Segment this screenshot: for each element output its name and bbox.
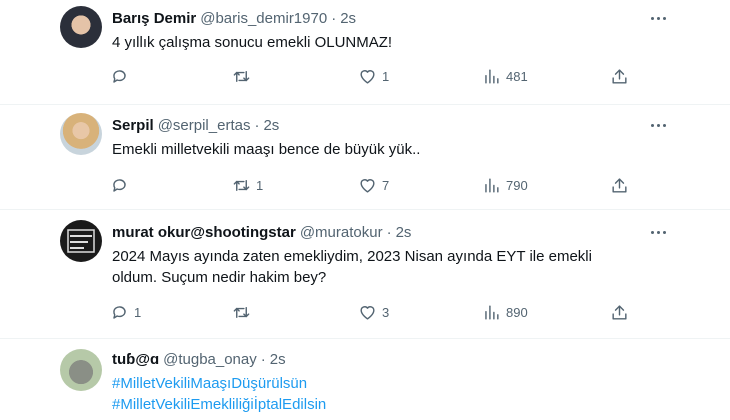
avatar[interactable] <box>60 220 102 262</box>
view-count: 790 <box>506 177 528 193</box>
retweet-icon <box>233 179 250 191</box>
views-button[interactable]: 890 <box>482 300 528 324</box>
like-count: 3 <box>382 304 390 320</box>
reply-count: 1 <box>134 304 142 320</box>
separator-dot: · <box>331 9 337 27</box>
views-button[interactable]: 790 <box>482 173 528 197</box>
share-button[interactable] <box>610 173 629 197</box>
separator-dot: · <box>254 116 260 134</box>
retweet-count: 1 <box>256 177 264 193</box>
author-name[interactable]: Serpil <box>112 117 154 134</box>
timestamp[interactable]: 2s <box>396 224 412 241</box>
like-button[interactable]: 3 <box>358 300 389 324</box>
tweet-feed: Barış Demir @baris_demir1970 · 2s 4 yıll… <box>0 0 730 420</box>
hashtag-link[interactable]: #MilletVekiliMaaşıDüşürülsün <box>112 373 670 394</box>
like-icon <box>360 69 375 84</box>
share-icon <box>612 68 627 84</box>
avatar[interactable] <box>60 6 102 48</box>
share-icon <box>612 177 627 193</box>
reply-button[interactable]: 1 <box>110 300 141 324</box>
separator-dot: · <box>386 223 392 241</box>
tweet[interactable]: murat okur@shootingstar @muratokur · 2s … <box>0 210 730 339</box>
author-name[interactable]: Barış Demir <box>112 10 196 27</box>
avatar[interactable] <box>60 113 102 155</box>
tweet-text-line: oldum. Suçum nedir hakim bey? <box>112 269 327 286</box>
view-count: 481 <box>506 68 528 84</box>
avatar-image <box>67 229 95 253</box>
reply-icon <box>113 178 126 192</box>
tweet[interactable]: tuɓ@ɑ @tugba_onay · 2s #MilletVekiliMaaş… <box>0 339 730 420</box>
retweet-button[interactable] <box>232 300 256 324</box>
author-handle[interactable]: @baris_demir1970 <box>200 10 327 27</box>
like-icon <box>360 305 375 320</box>
view-count: 890 <box>506 304 528 320</box>
views-icon <box>485 304 499 320</box>
retweet-button[interactable] <box>232 64 256 88</box>
share-icon <box>612 304 627 320</box>
like-button[interactable]: 1 <box>358 64 389 88</box>
timestamp[interactable]: 2s <box>340 10 356 27</box>
tweet-text: #MilletVekiliMaaşıDüşürülsün #MilletVeki… <box>112 373 670 415</box>
retweet-icon <box>233 306 250 318</box>
timestamp[interactable]: 2s <box>270 351 286 368</box>
views-icon <box>485 177 499 193</box>
share-button[interactable] <box>610 64 629 88</box>
reply-button[interactable] <box>110 173 134 197</box>
tweet-text: Emekli milletvekili maaşı bence de büyük… <box>112 141 421 158</box>
tweet-text-line: 2024 Mayıs ayında zaten emekliydim, 2023… <box>112 248 592 265</box>
like-count: 1 <box>382 68 390 84</box>
hashtag-link[interactable]: #MilletVekiliEmekliliğiİptalEdilsin <box>112 394 670 415</box>
tweet-text: 4 yıllık çalışma sonucu emekli OLUNMAZ! <box>112 34 393 51</box>
like-button[interactable]: 7 <box>358 173 389 197</box>
author-handle[interactable]: @muratokur <box>300 224 383 241</box>
tweet[interactable]: Serpil @serpil_ertas · 2s Emekli milletv… <box>0 105 730 210</box>
views-icon <box>485 68 499 84</box>
retweet-button[interactable]: 1 <box>232 173 263 197</box>
separator-dot: · <box>260 350 266 368</box>
share-button[interactable] <box>610 300 629 324</box>
like-icon <box>360 178 375 193</box>
retweet-icon <box>233 70 250 82</box>
author-name[interactable]: murat okur@shootingstar <box>112 224 296 241</box>
reply-icon <box>113 305 126 319</box>
author-handle[interactable]: @tugba_onay <box>163 351 257 368</box>
timestamp[interactable]: 2s <box>263 117 279 134</box>
reply-icon <box>113 69 126 83</box>
like-count: 7 <box>382 177 390 193</box>
avatar[interactable] <box>60 349 102 391</box>
tweet-text: 2024 Mayıs ayında zaten emekliydim, 2023… <box>112 246 670 288</box>
author-handle[interactable]: @serpil_ertas <box>158 117 251 134</box>
reply-button[interactable] <box>110 64 134 88</box>
tweet[interactable]: Barış Demir @baris_demir1970 · 2s 4 yıll… <box>0 0 730 105</box>
views-button[interactable]: 481 <box>482 64 528 88</box>
author-name[interactable]: tuɓ@ɑ <box>112 351 159 368</box>
